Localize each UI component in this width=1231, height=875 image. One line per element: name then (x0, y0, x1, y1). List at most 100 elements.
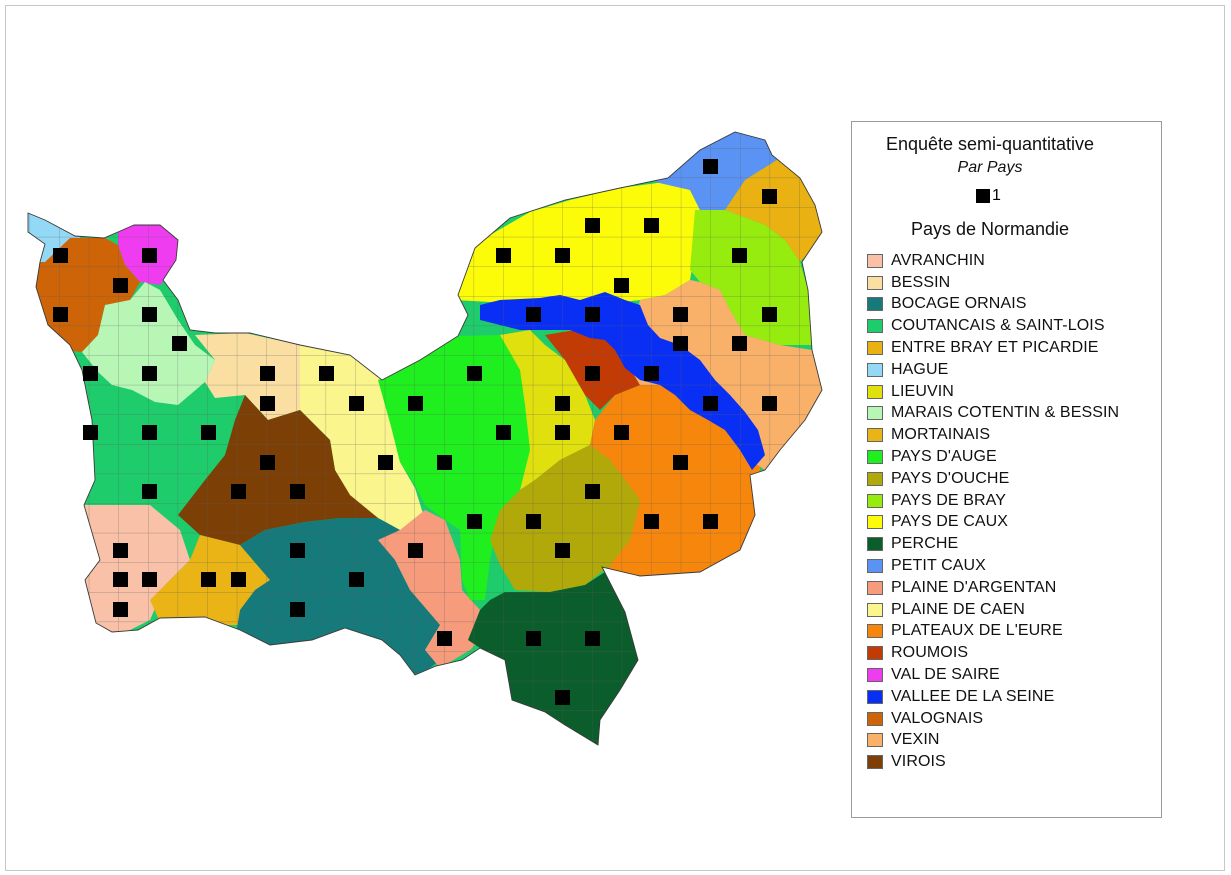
legend-swatch (867, 515, 883, 530)
legend-item: VALOGNAIS (867, 708, 1119, 730)
legend-subtitle: Par Pays (957, 159, 1023, 176)
legend-item: BOCAGE ORNAIS (867, 294, 1119, 316)
survey-marker (526, 631, 541, 646)
legend-item-label: PLAINE DE CAEN (891, 600, 1025, 618)
survey-marker (703, 396, 718, 411)
survey-marker (673, 307, 688, 322)
legend-item: BESSIN (867, 272, 1119, 294)
legend-swatch (867, 297, 883, 312)
legend-item-label: HAGUE (891, 360, 949, 378)
legend-swatch (867, 537, 883, 552)
survey-marker (290, 484, 305, 499)
survey-marker (467, 366, 482, 381)
survey-marker (644, 366, 659, 381)
survey-marker (113, 543, 128, 558)
legend-swatch (867, 711, 883, 726)
legend-item: PLAINE D'ARGENTAN (867, 577, 1119, 599)
survey-marker (142, 366, 157, 381)
survey-marker (142, 572, 157, 587)
survey-marker (142, 307, 157, 322)
legend-item-label: PAYS DE CAUX (891, 513, 1009, 531)
survey-marker (732, 248, 747, 263)
legend-swatch (867, 559, 883, 574)
legend-swatch (867, 668, 883, 683)
legend-swatch (867, 493, 883, 508)
survey-marker (260, 396, 275, 411)
legend-item-label: PAYS D'AUGE (891, 448, 997, 466)
legend-item-label: PAYS DE BRAY (891, 491, 1007, 509)
legend-item: PLAINE DE CAEN (867, 599, 1119, 621)
legend-item-label: MORTAINAIS (891, 426, 991, 444)
survey-marker (349, 396, 364, 411)
survey-marker (231, 572, 246, 587)
survey-marker (762, 189, 777, 204)
legend-item-label: VALOGNAIS (891, 709, 984, 727)
survey-marker (585, 307, 600, 322)
legend-symbol-row: 1 (976, 187, 1001, 205)
survey-marker (408, 543, 423, 558)
legend-item-label: ENTRE BRAY ET PICARDIE (891, 339, 1099, 357)
legend-swatch (867, 689, 883, 704)
legend-item-label: LIEUVIN (891, 382, 954, 400)
legend-item: PLATEAUX DE L'EURE (867, 621, 1119, 643)
legend-item-label: PAYS D'OUCHE (891, 469, 1010, 487)
legend-item: VAL DE SAIRE (867, 664, 1119, 686)
survey-marker (555, 690, 570, 705)
survey-marker (437, 455, 452, 470)
survey-marker (762, 396, 777, 411)
survey-marker (378, 455, 393, 470)
legend-swatch (867, 450, 883, 465)
legend-item-label: PLAINE D'ARGENTAN (891, 578, 1057, 596)
legend-item-label: VAL DE SAIRE (891, 666, 1000, 684)
legend-item-label: BESSIN (891, 273, 951, 291)
survey-marker (290, 543, 305, 558)
survey-marker (762, 307, 777, 322)
legend-swatch (867, 362, 883, 377)
legend-symbol-value: 1 (992, 187, 1001, 204)
survey-marker (585, 631, 600, 646)
legend-swatch (867, 406, 883, 421)
survey-marker (113, 602, 128, 617)
legend-swatch (867, 580, 883, 595)
legend-item: MARAIS COTENTIN & BESSIN (867, 403, 1119, 425)
survey-marker (172, 336, 187, 351)
legend-swatch (867, 319, 883, 334)
legend-item-label: PLATEAUX DE L'EURE (891, 622, 1063, 640)
legend-item-label: VALLEE DE LA SEINE (891, 687, 1055, 705)
survey-marker (53, 307, 68, 322)
survey-marker (585, 218, 600, 233)
legend-item-label: MARAIS COTENTIN & BESSIN (891, 404, 1120, 422)
legend-item: PAYS D'AUGE (867, 446, 1119, 468)
legend-item: ENTRE BRAY ET PICARDIE (867, 337, 1119, 359)
legend-item: VEXIN (867, 730, 1119, 752)
survey-marker (526, 514, 541, 529)
legend-item: PETIT CAUX (867, 555, 1119, 577)
legend-item: VIROIS (867, 751, 1119, 773)
survey-marker (703, 514, 718, 529)
survey-marker (83, 425, 98, 440)
legend-item: PAYS D'OUCHE (867, 468, 1119, 490)
legend-item-label: BOCAGE ORNAIS (891, 295, 1027, 313)
survey-marker (614, 425, 629, 440)
survey-marker (142, 484, 157, 499)
legend-list: AVRANCHIN BESSIN BOCAGE ORNAIS COUTANCAIS &… (867, 250, 1119, 773)
survey-marker (349, 572, 364, 587)
survey-marker (496, 248, 511, 263)
survey-marker (703, 159, 718, 174)
survey-marker (113, 572, 128, 587)
survey-marker (142, 248, 157, 263)
survey-marker (585, 366, 600, 381)
legend-panel: Enquête semi-quantitative Par Pays 1 Pay… (851, 121, 1162, 818)
legend-item-label: PERCHE (891, 535, 959, 553)
survey-marker (231, 484, 246, 499)
survey-marker (555, 396, 570, 411)
legend-title: Enquête semi-quantitative (885, 134, 1095, 154)
legend-item-label: AVRANCHIN (891, 251, 985, 269)
legend-item-label: ROUMOIS (891, 644, 969, 662)
legend-swatch (867, 624, 883, 639)
legend-swatch (867, 275, 883, 290)
survey-marker (614, 278, 629, 293)
legend-swatch (867, 733, 883, 748)
legend-item: VALLEE DE LA SEINE (867, 686, 1119, 708)
legend-swatch (867, 646, 883, 661)
